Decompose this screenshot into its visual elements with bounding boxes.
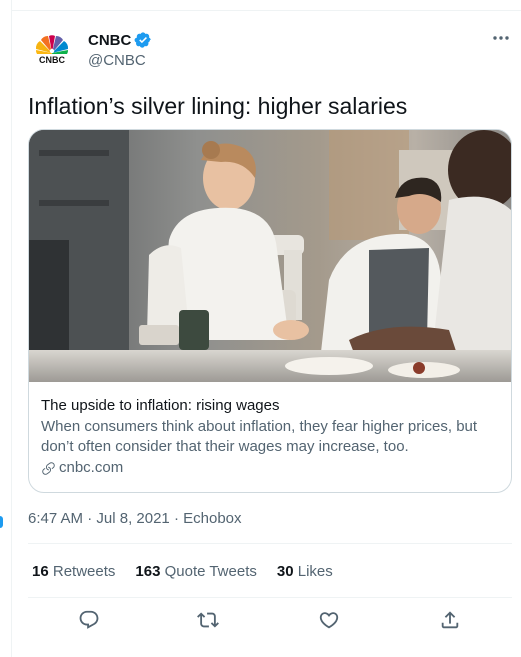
tweet-header: CNBC CNBC @CNBC [28,28,512,76]
likes-count: 30 [276,563,294,580]
share-icon [441,611,459,629]
meta-separator: · [83,510,97,527]
reply-button[interactable] [75,606,103,634]
card-body[interactable]: The upside to inflation: rising wages Wh… [41,396,499,478]
tweet-page: CNBC CNBC @CNBC Inflation’s silver linin… [0,0,521,657]
retweets-count: 16 [32,563,49,580]
svg-text:CNBC: CNBC [39,55,65,65]
retweets-label: Retweets [52,563,116,580]
tweet-time[interactable]: 6:47 AM [28,510,83,527]
tweet-actions [28,606,512,636]
heart-icon [319,612,339,629]
tweet-meta: 6:47 AM · Jul 8, 2021 · Echobox [28,510,242,527]
meta-separator: · [169,510,184,527]
link-icon [42,461,55,475]
card-description-line2: don’t often consider that their wages ma… [41,438,409,455]
divider [28,543,512,544]
author-names: CNBC @CNBC [88,30,152,69]
card-image[interactable] [29,130,511,382]
cnbc-peacock-logo-icon: CNBC [32,35,72,65]
quotes-stat[interactable]: 163 Quote Tweets [135,563,256,580]
card-domain[interactable]: cnbc.com [59,458,123,478]
card-description-line1: When consumers think about inflation, th… [41,418,478,435]
retweet-icon [197,612,219,628]
scroll-indicator [0,516,3,528]
display-name[interactable]: CNBC [88,32,131,49]
retweet-button[interactable] [194,606,222,634]
timeline-top-border [11,10,521,11]
tweet-source[interactable]: Echobox [183,510,241,527]
timeline-left-border [11,0,12,657]
retweets-stat[interactable]: 16 Retweets [32,563,115,580]
card-domain-row[interactable]: cnbc.com [41,458,499,478]
more-options-icon[interactable] [490,28,512,48]
quotes-count: 163 [135,563,161,580]
tweet-date[interactable]: Jul 8, 2021 [96,510,169,527]
share-button[interactable] [436,606,464,634]
verified-badge-icon [134,32,152,48]
link-card[interactable]: The upside to inflation: rising wages Wh… [28,129,512,493]
avatar[interactable]: CNBC [28,28,76,76]
tweet-text: Inflation’s silver lining: higher salari… [28,93,408,119]
card-title[interactable]: The upside to inflation: rising wages [41,396,499,416]
author-handle[interactable]: @CNBC [88,52,152,69]
tweet-stats: 16 Retweets 163 Quote Tweets 30 Likes [32,563,333,580]
card-description: When consumers think about inflation, th… [41,417,499,457]
chefs-in-kitchen-photo [29,130,511,382]
display-name-row: CNBC [88,30,152,50]
reply-icon [79,610,99,629]
divider [28,597,512,598]
like-button[interactable] [315,606,343,634]
quotes-label: Quote Tweets [164,563,257,580]
likes-stat[interactable]: 30 Likes [277,563,333,580]
likes-label: Likes [297,563,333,580]
